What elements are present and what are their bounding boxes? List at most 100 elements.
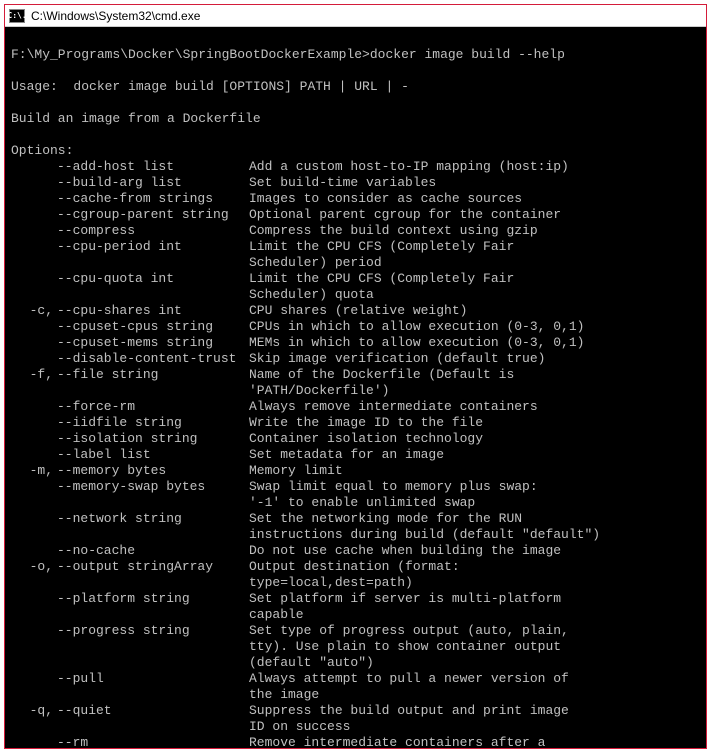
option-long: --pull bbox=[53, 671, 249, 687]
option-row: --label listSet metadata for an image bbox=[11, 447, 700, 463]
option-desc: Add a custom host-to-IP mapping (host:ip… bbox=[249, 159, 700, 175]
option-long: --cpu-shares int bbox=[53, 303, 249, 319]
option-long: --no-cache bbox=[53, 543, 249, 559]
option-long: --rm bbox=[53, 735, 249, 748]
option-short bbox=[11, 271, 53, 287]
option-row: instructions during build (default "defa… bbox=[11, 527, 700, 543]
blank-line bbox=[11, 95, 19, 110]
option-short bbox=[11, 623, 53, 639]
option-long: --compress bbox=[53, 223, 249, 239]
cmd-window: C:\. C:\Windows\System32\cmd.exe F:\My_P… bbox=[4, 4, 707, 749]
option-row: Scheduler) quota bbox=[11, 287, 700, 303]
option-row: 'PATH/Dockerfile') bbox=[11, 383, 700, 399]
option-long bbox=[53, 255, 249, 271]
option-desc: Swap limit equal to memory plus swap: bbox=[249, 479, 700, 495]
option-long: --cpuset-mems string bbox=[53, 335, 249, 351]
option-desc: Set type of progress output (auto, plain… bbox=[249, 623, 700, 639]
option-short bbox=[11, 255, 53, 271]
option-long: --cpu-period int bbox=[53, 239, 249, 255]
option-short bbox=[11, 543, 53, 559]
option-long: --output stringArray bbox=[53, 559, 249, 575]
option-short: -q, bbox=[11, 703, 53, 719]
option-long bbox=[53, 687, 249, 703]
option-short bbox=[11, 415, 53, 431]
terminal-output[interactable]: F:\My_Programs\Docker\SpringBootDockerEx… bbox=[5, 27, 706, 748]
option-long: --platform string bbox=[53, 591, 249, 607]
option-row: -f,--file stringName of the Dockerfile (… bbox=[11, 367, 700, 383]
option-desc: Output destination (format: bbox=[249, 559, 700, 575]
option-long: --add-host list bbox=[53, 159, 249, 175]
option-desc: ID on success bbox=[249, 719, 700, 735]
option-long: --quiet bbox=[53, 703, 249, 719]
option-desc: Suppress the build output and print imag… bbox=[249, 703, 700, 719]
option-desc: Always attempt to pull a newer version o… bbox=[249, 671, 700, 687]
option-short bbox=[11, 607, 53, 623]
option-row: --build-arg listSet build-time variables bbox=[11, 175, 700, 191]
prompt-line: F:\My_Programs\Docker\SpringBootDockerEx… bbox=[11, 47, 565, 62]
option-long: --build-arg list bbox=[53, 175, 249, 191]
option-short bbox=[11, 191, 53, 207]
option-short bbox=[11, 639, 53, 655]
option-long: --cpuset-cpus string bbox=[53, 319, 249, 335]
option-long: --label list bbox=[53, 447, 249, 463]
blank-line bbox=[11, 127, 19, 142]
option-desc: Limit the CPU CFS (Completely Fair bbox=[249, 271, 700, 287]
option-row: --compressCompress the build context usi… bbox=[11, 223, 700, 239]
option-row: --rmRemove intermediate containers after… bbox=[11, 735, 700, 748]
option-short bbox=[11, 575, 53, 591]
option-desc: '-1' to enable unlimited swap bbox=[249, 495, 700, 511]
titlebar[interactable]: C:\. C:\Windows\System32\cmd.exe bbox=[5, 5, 706, 27]
option-short bbox=[11, 335, 53, 351]
option-row: --cpu-quota intLimit the CPU CFS (Comple… bbox=[11, 271, 700, 287]
option-short bbox=[11, 159, 53, 175]
option-short bbox=[11, 223, 53, 239]
option-short bbox=[11, 431, 53, 447]
option-short: -o, bbox=[11, 559, 53, 575]
option-desc: Container isolation technology bbox=[249, 431, 700, 447]
option-row: --no-cacheDo not use cache when building… bbox=[11, 543, 700, 559]
option-row: Scheduler) period bbox=[11, 255, 700, 271]
option-row: the image bbox=[11, 687, 700, 703]
option-row: --pullAlways attempt to pull a newer ver… bbox=[11, 671, 700, 687]
option-row: -c,--cpu-shares intCPU shares (relative … bbox=[11, 303, 700, 319]
option-row: --progress stringSet type of progress ou… bbox=[11, 623, 700, 639]
option-short bbox=[11, 319, 53, 335]
option-short bbox=[11, 207, 53, 223]
option-short bbox=[11, 351, 53, 367]
option-desc: Set build-time variables bbox=[249, 175, 700, 191]
option-short: -m, bbox=[11, 463, 53, 479]
blank-line bbox=[11, 63, 19, 78]
option-desc: CPUs in which to allow execution (0-3, 0… bbox=[249, 319, 700, 335]
option-long bbox=[53, 575, 249, 591]
option-short bbox=[11, 511, 53, 527]
options-header: Options: bbox=[11, 143, 73, 158]
option-desc: Images to consider as cache sources bbox=[249, 191, 700, 207]
option-short bbox=[11, 735, 53, 748]
option-short bbox=[11, 671, 53, 687]
option-desc: 'PATH/Dockerfile') bbox=[249, 383, 700, 399]
option-row: type=local,dest=path) bbox=[11, 575, 700, 591]
option-row: --cpuset-mems stringMEMs in which to all… bbox=[11, 335, 700, 351]
option-long: --isolation string bbox=[53, 431, 249, 447]
option-desc: tty). Use plain to show container output bbox=[249, 639, 700, 655]
option-row: --cache-from stringsImages to consider a… bbox=[11, 191, 700, 207]
option-long bbox=[53, 639, 249, 655]
option-desc: Set the networking mode for the RUN bbox=[249, 511, 700, 527]
option-row: -q,--quietSuppress the build output and … bbox=[11, 703, 700, 719]
option-short bbox=[11, 527, 53, 543]
option-long bbox=[53, 495, 249, 511]
option-row: --cpuset-cpus stringCPUs in which to all… bbox=[11, 319, 700, 335]
option-desc: capable bbox=[249, 607, 700, 623]
option-desc: Scheduler) quota bbox=[249, 287, 700, 303]
option-desc: type=local,dest=path) bbox=[249, 575, 700, 591]
option-long: --disable-content-trust bbox=[53, 351, 249, 367]
option-row: --isolation stringContainer isolation te… bbox=[11, 431, 700, 447]
option-long bbox=[53, 607, 249, 623]
cmd-icon: C:\. bbox=[9, 9, 25, 23]
option-short bbox=[11, 495, 53, 511]
option-short bbox=[11, 287, 53, 303]
option-short: -c, bbox=[11, 303, 53, 319]
option-desc: (default "auto") bbox=[249, 655, 700, 671]
option-row: tty). Use plain to show container output bbox=[11, 639, 700, 655]
option-short bbox=[11, 175, 53, 191]
